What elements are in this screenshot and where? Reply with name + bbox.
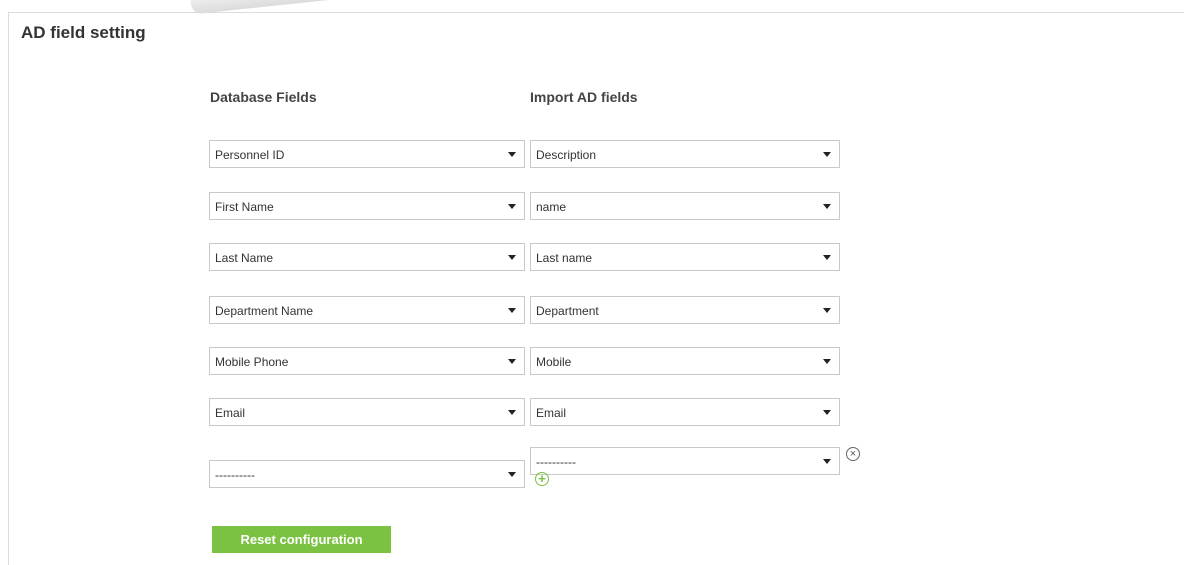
select-value: Personnel ID	[215, 148, 285, 162]
ad-field-select-2[interactable]: name	[530, 192, 840, 220]
chevron-down-icon	[823, 255, 831, 260]
chevron-down-icon	[823, 308, 831, 313]
select-value: Department Name	[215, 304, 314, 318]
ad-field-select-3[interactable]: Last name	[530, 243, 840, 271]
reset-configuration-button[interactable]: Reset configuration	[212, 526, 391, 553]
chevron-down-icon	[823, 152, 831, 157]
select-value: Department	[536, 304, 599, 318]
select-value: Last name	[536, 251, 593, 265]
ad-field-select-4[interactable]: Department	[530, 296, 840, 324]
chevron-down-icon	[508, 204, 516, 209]
select-value: ----------	[536, 455, 576, 469]
database-field-select-5[interactable]: Mobile Phone	[209, 347, 525, 375]
chevron-down-icon	[508, 255, 516, 260]
chevron-down-icon	[823, 410, 831, 415]
select-value: Email	[215, 406, 246, 420]
chevron-down-icon	[823, 359, 831, 364]
chevron-down-icon	[823, 459, 831, 464]
select-value: Last Name	[215, 251, 274, 265]
select-value: Email	[536, 406, 567, 420]
chevron-down-icon	[508, 472, 516, 477]
ad-field-select-5[interactable]: Mobile	[530, 347, 840, 375]
select-value: ----------	[215, 468, 255, 482]
ad-field-select-7[interactable]: ----------	[530, 447, 840, 475]
select-value: name	[536, 200, 567, 214]
ad-field-select-6[interactable]: Email	[530, 398, 840, 426]
import-ad-fields-header: Import AD fields	[530, 89, 638, 105]
plus-circle-icon[interactable]: +	[535, 472, 549, 486]
select-value: Mobile	[536, 355, 572, 369]
close-circle-icon[interactable]: ×	[846, 447, 860, 461]
database-field-select-2[interactable]: First Name	[209, 192, 525, 220]
database-field-select-1[interactable]: Personnel ID	[209, 140, 525, 168]
database-field-select-4[interactable]: Department Name	[209, 296, 525, 324]
chevron-down-icon	[508, 308, 516, 313]
select-value: Mobile Phone	[215, 355, 289, 369]
database-field-select-7[interactable]: ----------	[209, 460, 525, 488]
chevron-down-icon	[508, 359, 516, 364]
panel-title: AD field setting	[21, 23, 146, 42]
database-fields-header: Database Fields	[210, 89, 317, 105]
database-field-select-3[interactable]: Last Name	[209, 243, 525, 271]
ad-field-select-1[interactable]: Description	[530, 140, 840, 168]
select-value: Description	[536, 148, 597, 162]
database-field-select-6[interactable]: Email	[209, 398, 525, 426]
select-value: First Name	[215, 200, 274, 214]
chevron-down-icon	[823, 204, 831, 209]
chevron-down-icon	[508, 152, 516, 157]
chevron-down-icon	[508, 410, 516, 415]
